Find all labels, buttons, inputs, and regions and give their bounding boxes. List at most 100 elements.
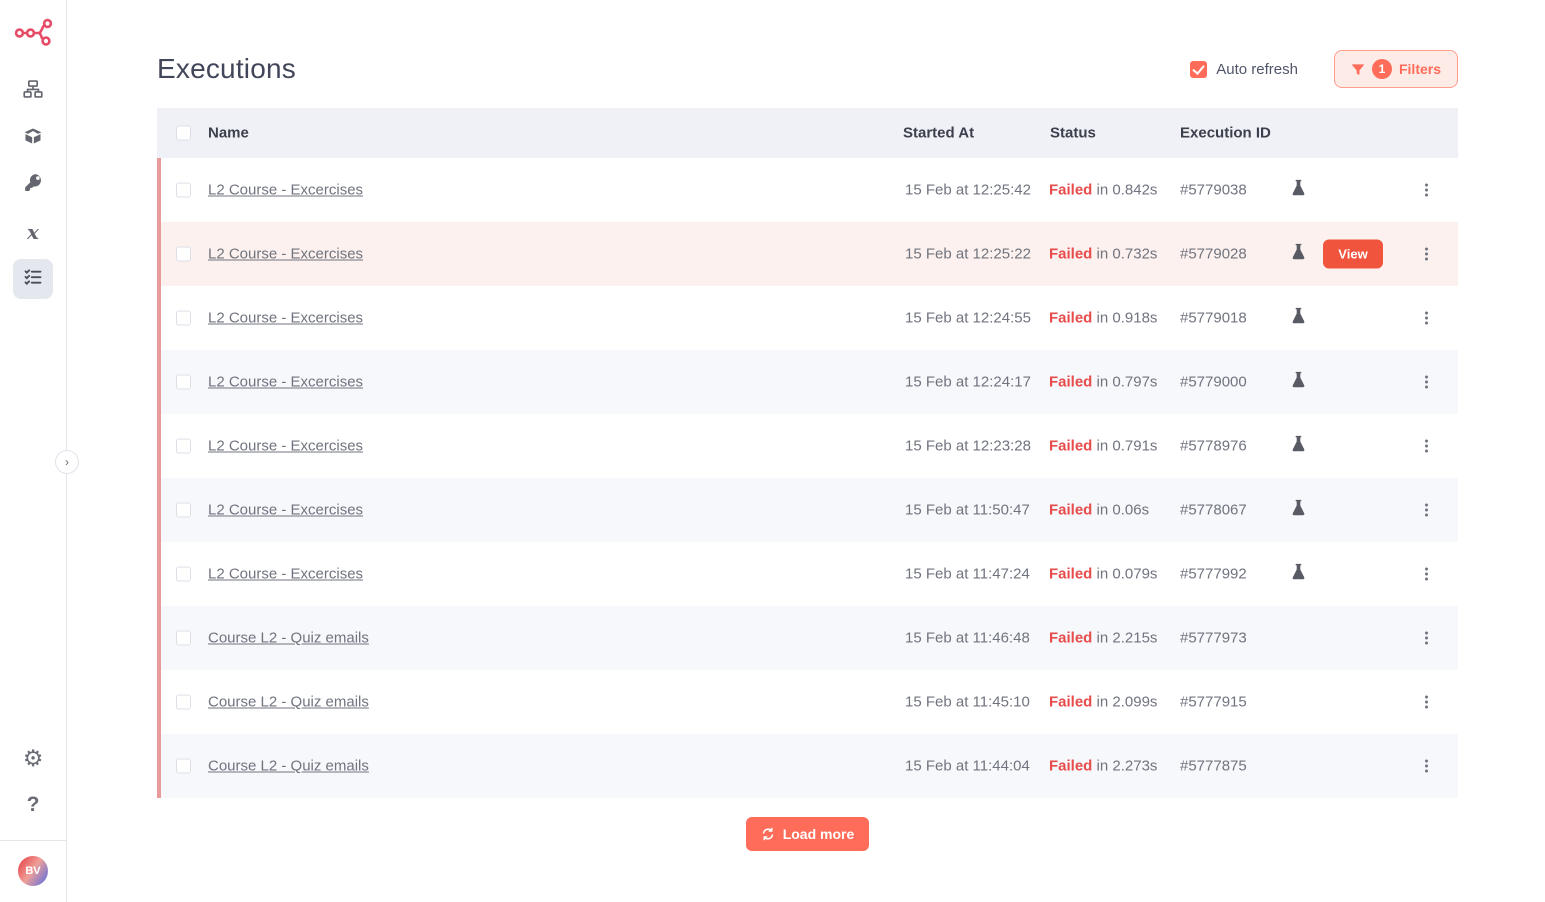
row-checkbox[interactable] <box>176 503 191 518</box>
row-checkbox[interactable] <box>176 695 191 710</box>
sidebar-item-workflows[interactable] <box>13 71 53 111</box>
row-menu-icon[interactable] <box>1425 312 1428 325</box>
duration-text: in 0.079s <box>1097 566 1158 583</box>
execution-name-link[interactable]: L2 Course - Excercises <box>208 374 363 391</box>
view-button[interactable]: View <box>1323 240 1383 269</box>
row-menu-icon[interactable] <box>1425 376 1428 389</box>
table-body: L2 Course - Excercises 15 Feb at 12:25:4… <box>157 158 1458 798</box>
row-menu-icon[interactable] <box>1425 696 1428 709</box>
table-row[interactable]: L2 Course - Excercises 15 Feb at 12:24:1… <box>157 350 1458 414</box>
table-row[interactable]: L2 Course - Excercises 15 Feb at 11:47:2… <box>157 542 1458 606</box>
execution-id: #5779038 <box>1180 182 1247 199</box>
row-checkbox[interactable] <box>176 439 191 454</box>
table-row[interactable]: Course L2 - Quiz emails 15 Feb at 11:45:… <box>157 670 1458 734</box>
sidebar-divider <box>0 840 67 841</box>
sitemap-icon <box>23 79 43 104</box>
row-menu-icon[interactable] <box>1425 504 1428 517</box>
table-row[interactable]: L2 Course - Excercises 15 Feb at 12:24:5… <box>157 286 1458 350</box>
execution-id: #5779018 <box>1180 310 1247 327</box>
duration-text: in 0.797s <box>1097 374 1158 391</box>
sidebar-item-credentials[interactable] <box>13 165 53 205</box>
page-header: Executions Auto refresh 1 Filters <box>157 0 1458 88</box>
duration-text: in 2.099s <box>1097 694 1158 711</box>
started-at: 15 Feb at 12:25:22 <box>905 246 1031 263</box>
row-checkbox[interactable] <box>176 311 191 326</box>
table-row[interactable]: L2 Course - Excercises 15 Feb at 12:23:2… <box>157 414 1458 478</box>
test-flask-icon <box>1291 564 1306 585</box>
execution-name-link[interactable]: L2 Course - Excercises <box>208 566 363 583</box>
execution-id: #5779028 <box>1180 246 1247 263</box>
refresh-icon <box>761 827 775 841</box>
sidebar-item-executions[interactable] <box>13 259 53 299</box>
select-all-checkbox[interactable] <box>176 126 191 141</box>
sidebar-item-templates[interactable] <box>13 118 53 158</box>
sidebar-expand-toggle[interactable]: › <box>55 450 79 474</box>
auto-refresh-label: Auto refresh <box>1216 61 1298 78</box>
row-menu-icon[interactable] <box>1425 440 1428 453</box>
row-checkbox[interactable] <box>176 183 191 198</box>
row-menu-icon[interactable] <box>1425 248 1428 261</box>
executions-table: Name Started At Status Execution ID L2 C… <box>157 108 1458 798</box>
status-text: Failed <box>1049 310 1092 327</box>
row-checkbox[interactable] <box>176 759 191 774</box>
row-checkbox[interactable] <box>176 375 191 390</box>
sidebar-item-help[interactable]: ? <box>13 785 53 825</box>
table-row[interactable]: L2 Course - Excercises 15 Feb at 12:25:4… <box>157 158 1458 222</box>
started-at: 15 Feb at 11:44:04 <box>905 758 1030 775</box>
test-flask-icon <box>1291 244 1306 265</box>
filters-button[interactable]: 1 Filters <box>1334 50 1458 88</box>
execution-id: #5777973 <box>1180 630 1247 647</box>
variables-x-icon: x <box>27 220 39 244</box>
row-checkbox[interactable] <box>176 631 191 646</box>
started-at: 15 Feb at 11:50:47 <box>905 502 1030 519</box>
column-header-execution-id: Execution ID <box>1180 125 1271 142</box>
execution-name-link[interactable]: Course L2 - Quiz emails <box>208 694 369 711</box>
execution-name-link[interactable]: L2 Course - Excercises <box>208 502 363 519</box>
duration-text: in 0.842s <box>1097 182 1158 199</box>
duration-text: in 0.732s <box>1097 246 1158 263</box>
table-row[interactable]: Course L2 - Quiz emails 15 Feb at 11:46:… <box>157 606 1458 670</box>
status-text: Failed <box>1049 246 1092 263</box>
table-row[interactable]: Course L2 - Quiz emails 15 Feb at 11:44:… <box>157 734 1458 798</box>
execution-name-link[interactable]: Course L2 - Quiz emails <box>208 630 369 647</box>
started-at: 15 Feb at 12:24:55 <box>905 310 1031 327</box>
started-at: 15 Feb at 11:47:24 <box>905 566 1030 583</box>
started-at: 15 Feb at 11:45:10 <box>905 694 1030 711</box>
row-menu-icon[interactable] <box>1425 184 1428 197</box>
test-flask-icon <box>1291 436 1306 457</box>
execution-name-link[interactable]: L2 Course - Excercises <box>208 438 363 455</box>
help-icon: ? <box>27 793 40 817</box>
funnel-icon <box>1351 62 1365 76</box>
execution-id: #5777992 <box>1180 566 1247 583</box>
sidebar-item-settings[interactable]: ⚙ <box>13 738 53 778</box>
status-text: Failed <box>1049 182 1092 199</box>
table-row[interactable]: L2 Course - Excercises 15 Feb at 12:25:2… <box>157 222 1458 286</box>
execution-name-link[interactable]: L2 Course - Excercises <box>208 310 363 327</box>
auto-refresh-toggle[interactable]: Auto refresh <box>1190 61 1298 78</box>
status-text: Failed <box>1049 502 1092 519</box>
duration-text: in 2.215s <box>1097 630 1158 647</box>
row-checkbox[interactable] <box>176 247 191 262</box>
status-text: Failed <box>1049 438 1092 455</box>
row-menu-icon[interactable] <box>1425 632 1428 645</box>
auto-refresh-checkbox[interactable] <box>1190 61 1207 78</box>
execution-name-link[interactable]: L2 Course - Excercises <box>208 182 363 199</box>
execution-name-link[interactable]: Course L2 - Quiz emails <box>208 758 369 775</box>
row-menu-icon[interactable] <box>1425 568 1428 581</box>
table-header-row: Name Started At Status Execution ID <box>157 108 1458 158</box>
execution-id: #5779000 <box>1180 374 1247 391</box>
filters-count-badge: 1 <box>1372 59 1392 79</box>
execution-id: #5778976 <box>1180 438 1247 455</box>
sidebar-item-variables[interactable]: x <box>13 212 53 252</box>
table-row[interactable]: L2 Course - Excercises 15 Feb at 11:50:4… <box>157 478 1458 542</box>
n8n-logo-icon[interactable] <box>14 14 52 53</box>
execution-name-link[interactable]: L2 Course - Excercises <box>208 246 363 263</box>
avatar[interactable]: BV <box>18 856 48 886</box>
status-text: Failed <box>1049 566 1092 583</box>
box-icon <box>23 126 43 151</box>
checklist-icon <box>23 267 43 292</box>
row-menu-icon[interactable] <box>1425 760 1428 773</box>
test-flask-icon <box>1291 372 1306 393</box>
row-checkbox[interactable] <box>176 567 191 582</box>
load-more-button[interactable]: Load more <box>746 817 870 851</box>
